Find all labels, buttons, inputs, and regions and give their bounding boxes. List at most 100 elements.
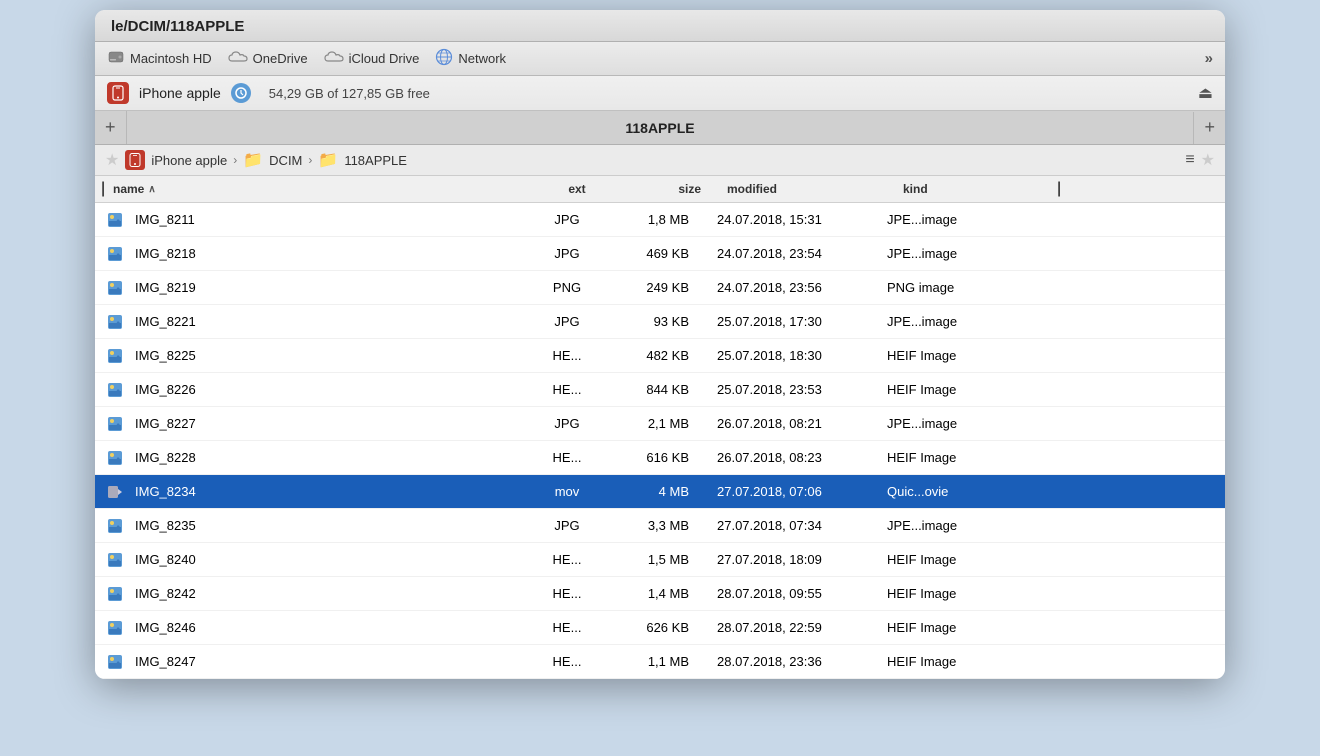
sort-arrow-icon: ∧ [148,184,155,195]
toolbar-more-button[interactable]: » [1205,50,1213,67]
table-row[interactable]: IMG_8225HE...482 KB25.07.2018, 18:30HEIF… [95,339,1225,373]
file-modified: 28.07.2018, 22:59 [697,620,887,635]
image-file-icon [95,654,135,670]
file-size: 1,1 MB [607,654,697,669]
file-ext: HE... [527,654,607,669]
file-name: IMG_8234 [135,484,527,499]
file-size: 4 MB [607,484,697,499]
table-row[interactable]: IMG_8218JPG469 KB24.07.2018, 23:54JPE...… [95,237,1225,271]
file-ext: HE... [527,382,607,397]
file-ext: HE... [527,586,607,601]
col-resize-2[interactable]: | [1057,180,1063,198]
file-modified: 24.07.2018, 23:54 [697,246,887,261]
file-kind: Quic...ovie [887,484,1047,499]
col-header-modified[interactable]: modified [707,180,897,198]
file-size: 2,1 MB [607,416,697,431]
toolbar-item-icloud-drive[interactable]: iCloud Drive [324,50,420,67]
table-row[interactable]: IMG_8227JPG2,1 MB26.07.2018, 08:21JPE...… [95,407,1225,441]
table-row[interactable]: IMG_8240HE...1,5 MB27.07.2018, 18:09HEIF… [95,543,1225,577]
toolbar-item-macintosh-hd[interactable]: Macintosh HD [107,48,212,69]
device-name: iPhone apple [139,85,221,101]
col-header-ext[interactable]: ext [537,180,617,198]
breadcrumb-star-right-icon[interactable]: ★ [1201,150,1215,170]
image-file-icon [95,348,135,364]
file-kind: JPE...image [887,518,1047,533]
eject-icon[interactable]: ⏏ [1198,83,1213,103]
breadcrumb-device-label[interactable]: iPhone apple [151,153,227,168]
image-file-icon [95,620,135,636]
file-kind: HEIF Image [887,620,1047,635]
file-ext: mov [527,484,607,499]
toolbar-macintosh-hd-label: Macintosh HD [130,51,212,66]
video-file-icon [95,484,135,500]
table-row[interactable]: IMG_8219PNG249 KB24.07.2018, 23:56PNG im… [95,271,1225,305]
cloud-icon-icloud [324,50,344,67]
table-row[interactable]: IMG_8234mov4 MB27.07.2018, 07:06Quic...o… [95,475,1225,509]
file-list-header: | name ∧ ext size modified kind | [95,176,1225,203]
file-size: 844 KB [607,382,697,397]
file-size: 1,8 MB [607,212,697,227]
col-header-name[interactable]: name ∧ [107,180,537,198]
breadcrumb-bar: ★ iPhone apple › 📁 DCIM › 📁 118APPLE ≡ ★ [95,145,1225,176]
file-name: IMG_8226 [135,382,527,397]
tab-118apple[interactable]: 118APPLE [127,112,1195,144]
file-size: 3,3 MB [607,518,697,533]
file-name: IMG_8218 [135,246,527,261]
file-name: IMG_8242 [135,586,527,601]
toolbar-item-onedrive[interactable]: OneDrive [228,50,308,67]
hard-drive-icon [107,48,125,69]
file-name: IMG_8227 [135,416,527,431]
file-name: IMG_8240 [135,552,527,567]
file-name: IMG_8228 [135,450,527,465]
breadcrumb-folder2-icon: 📁 [318,150,338,170]
file-ext: HE... [527,450,607,465]
file-size: 249 KB [607,280,697,295]
breadcrumb-device-icon [125,150,145,170]
image-file-icon [95,552,135,568]
breadcrumb-star-left-icon[interactable]: ★ [105,150,119,170]
device-bar: iPhone apple 54,29 GB of 127,85 GB free … [95,76,1225,111]
breadcrumb-folder2-label[interactable]: 118APPLE [344,153,407,168]
add-tab-left-button[interactable]: + [95,111,127,144]
device-space: 54,29 GB of 127,85 GB free [269,86,430,101]
table-row[interactable]: IMG_8247HE...1,1 MB28.07.2018, 23:36HEIF… [95,645,1225,679]
title-bar: le/DCIM/118APPLE [95,10,1225,42]
cloud-icon-onedrive [228,50,248,67]
file-modified: 27.07.2018, 07:34 [697,518,887,533]
list-view-icon[interactable]: ≡ [1185,151,1194,169]
device-icon [107,82,129,104]
add-tab-right-button[interactable]: + [1194,111,1225,144]
col-header-size[interactable]: size [617,180,707,198]
file-kind: JPE...image [887,416,1047,431]
toolbar-network-label: Network [458,51,506,66]
table-row[interactable]: IMG_8246HE...626 KB28.07.2018, 22:59HEIF… [95,611,1225,645]
breadcrumb-folder1-label[interactable]: DCIM [269,153,302,168]
toolbar-item-network[interactable]: Network [435,48,506,69]
file-modified: 25.07.2018, 17:30 [697,314,887,329]
file-ext: PNG [527,280,607,295]
file-size: 626 KB [607,620,697,635]
file-ext: HE... [527,552,607,567]
file-kind: HEIF Image [887,348,1047,363]
breadcrumb-arrow-1: › [233,153,237,167]
file-modified: 28.07.2018, 23:36 [697,654,887,669]
file-ext: JPG [527,314,607,329]
device-spinner[interactable] [231,83,251,103]
file-modified: 25.07.2018, 18:30 [697,348,887,363]
table-row[interactable]: IMG_8221JPG93 KB25.07.2018, 17:30JPE...i… [95,305,1225,339]
table-row[interactable]: IMG_8242HE...1,4 MB28.07.2018, 09:55HEIF… [95,577,1225,611]
table-row[interactable]: IMG_8228HE...616 KB26.07.2018, 08:23HEIF… [95,441,1225,475]
image-file-icon [95,518,135,534]
image-file-icon [95,280,135,296]
table-row[interactable]: IMG_8235JPG3,3 MB27.07.2018, 07:34JPE...… [95,509,1225,543]
table-row[interactable]: IMG_8211JPG1,8 MB24.07.2018, 15:31JPE...… [95,203,1225,237]
file-name: IMG_8211 [135,212,527,227]
col-header-kind[interactable]: kind [897,180,1057,198]
file-kind: JPE...image [887,212,1047,227]
finder-window: le/DCIM/118APPLE Macintosh HD OneDrive [95,10,1225,679]
image-file-icon [95,586,135,602]
file-name: IMG_8225 [135,348,527,363]
file-modified: 25.07.2018, 23:53 [697,382,887,397]
table-row[interactable]: IMG_8226HE...844 KB25.07.2018, 23:53HEIF… [95,373,1225,407]
file-modified: 26.07.2018, 08:23 [697,450,887,465]
